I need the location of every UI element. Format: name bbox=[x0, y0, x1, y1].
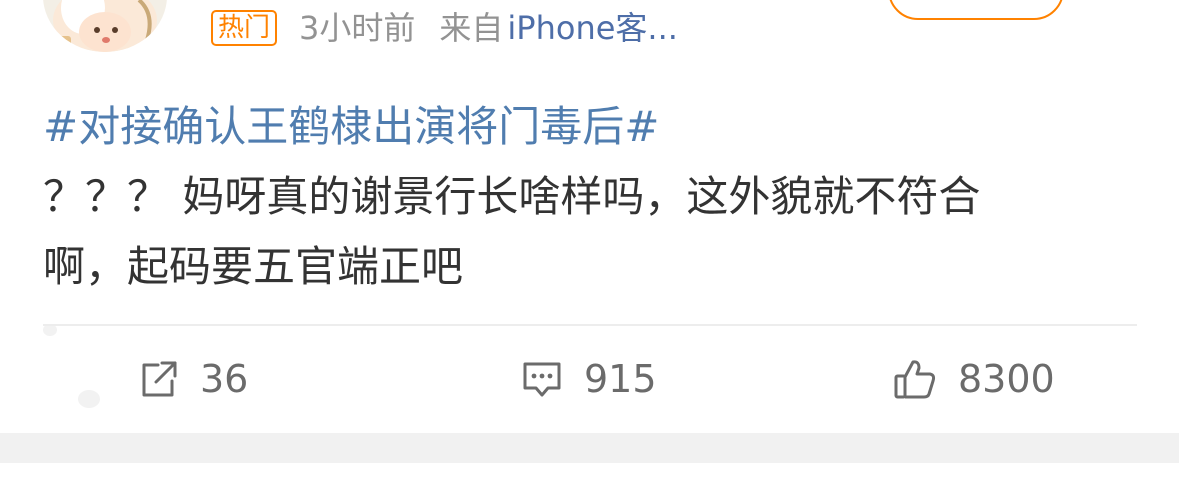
hot-badge: 热门 bbox=[211, 10, 278, 46]
weibo-post-card: 热门 3小时前 来自 iPhone客... #对接确认王鹤棣出演将门毒后# ？？… bbox=[0, 0, 1179, 433]
comment-button[interactable]: 915 bbox=[520, 355, 657, 403]
avatar[interactable] bbox=[43, 0, 167, 52]
post-content: #对接确认王鹤棣出演将门毒后# ？？？ 妈呀真的谢景行长啥样吗，这外貌就不符合 … bbox=[43, 92, 1133, 302]
thumbs-up-icon bbox=[892, 357, 958, 401]
comment-count: 915 bbox=[584, 357, 657, 401]
post-text-line-1: ？？？ 妈呀真的谢景行长啥样吗，这外貌就不符合 bbox=[43, 172, 981, 221]
follow-button[interactable] bbox=[888, 0, 1064, 20]
repost-button[interactable]: 36 bbox=[138, 355, 248, 403]
watermark-dot bbox=[78, 390, 100, 408]
action-divider bbox=[43, 324, 1137, 326]
source-prefix: 来自 bbox=[439, 9, 504, 47]
feed-separator bbox=[0, 433, 1179, 463]
post-text-line-2: 啊，起码要五官端正吧 bbox=[43, 242, 464, 291]
comment-icon bbox=[520, 358, 584, 400]
topic-link[interactable]: #对接确认王鹤棣出演将门毒后# bbox=[43, 92, 1133, 162]
post-time: 3小时前 bbox=[299, 9, 416, 47]
share-icon bbox=[138, 358, 200, 400]
source-device-link[interactable]: iPhone客... bbox=[507, 8, 678, 48]
post-meta: 热门 3小时前 来自 iPhone客... bbox=[211, 6, 678, 50]
like-count: 8300 bbox=[958, 357, 1055, 401]
repost-count: 36 bbox=[200, 357, 249, 401]
like-button[interactable]: 8300 bbox=[892, 355, 1055, 403]
